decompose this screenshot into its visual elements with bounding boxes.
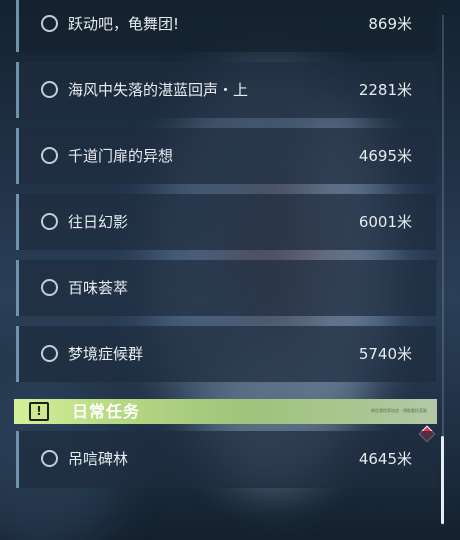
quest-row[interactable]: 跃动吧，龟舞团! 869米	[16, 0, 436, 52]
quest-name: 吊唁碑林	[68, 450, 129, 468]
daily-commissions-header: ! 日常任务 前往冒险家协会 · 领取委托奖励	[14, 399, 437, 424]
quest-status-circle-icon	[41, 345, 58, 362]
quest-name: 往日幻影	[68, 213, 129, 231]
quest-distance: 5740米	[358, 345, 412, 363]
quest-status-circle-icon	[41, 213, 58, 230]
quest-row[interactable]: 海风中失落的湛蓝回声・上 2281米	[16, 62, 436, 118]
quest-distance: 2281米	[358, 81, 412, 99]
quest-name: 海风中失落的湛蓝回声・上	[68, 81, 249, 99]
scrollbar-thumb[interactable]	[441, 436, 444, 524]
exclamation-icon: !	[29, 402, 49, 421]
quest-distance: 4695米	[358, 147, 412, 165]
quest-row[interactable]: 百味荟萃	[16, 260, 436, 316]
quest-name: 百味荟萃	[68, 279, 129, 297]
quest-name: 梦境症候群	[68, 345, 144, 363]
quest-status-circle-icon	[41, 147, 58, 164]
section-note: 前往冒险家协会 · 领取委托奖励	[371, 408, 427, 413]
quest-status-circle-icon	[41, 81, 58, 98]
quest-status-circle-icon	[41, 450, 58, 467]
quest-row[interactable]: 千道门扉的异想 4695米	[16, 128, 436, 184]
section-title: 日常任务	[72, 402, 141, 421]
quest-status-circle-icon	[41, 15, 58, 32]
quest-row[interactable]: 梦境症候群 5740米	[16, 326, 436, 382]
quest-name: 千道门扉的异想	[68, 147, 174, 165]
quest-name: 跃动吧，龟舞团!	[68, 15, 180, 33]
quest-distance: 869米	[368, 15, 412, 33]
quest-distance: 4645米	[358, 450, 412, 468]
quest-distance: 6001米	[358, 213, 412, 231]
quest-row[interactable]: 吊唁碑林 4645米	[16, 431, 436, 488]
quest-row[interactable]: 往日幻影 6001米	[16, 194, 436, 250]
quest-status-circle-icon	[41, 279, 58, 296]
